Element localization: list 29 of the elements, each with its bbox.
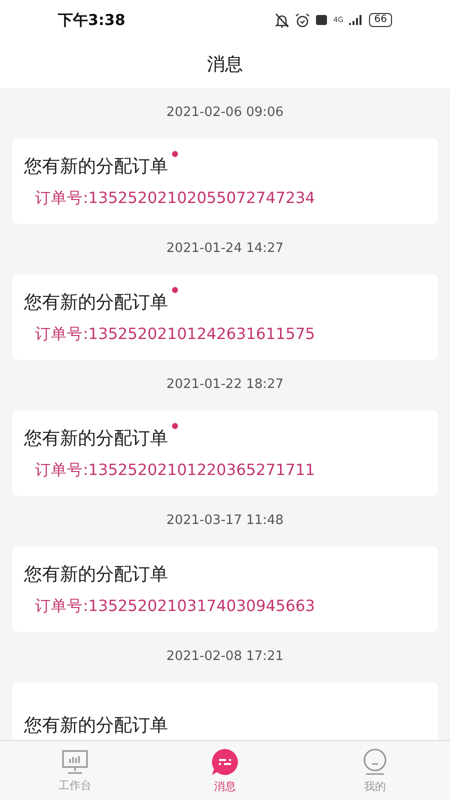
signal-icon xyxy=(349,14,364,26)
message-title: 您有新的分配订单 xyxy=(24,154,168,178)
message-card[interactable]: 您有新的分配订单 订单号:13525202103174030945663 xyxy=(12,546,438,632)
bell-off-icon xyxy=(275,12,290,28)
order-number: 订单号:13525202101220365271711 xyxy=(34,460,316,480)
message-time: 2021-03-17 11:48 xyxy=(165,512,285,530)
alarm-icon xyxy=(295,12,310,28)
message-card[interactable]: 您有新的分配订单 xyxy=(12,682,438,740)
order-number: 订单号:13525202101242631611575 xyxy=(34,324,316,344)
message-title: 您有新的分配订单 xyxy=(24,714,168,737)
battery-level: 66 xyxy=(369,13,392,27)
message-time: 2021-02-06 09:06 xyxy=(165,104,285,122)
page-title: 消息 xyxy=(207,53,243,76)
status-time: 下午3:38 xyxy=(58,10,126,30)
chat-bubble-icon xyxy=(211,748,239,776)
message-card[interactable]: 您有新的分配订单 订单号:13525202101242631611575 xyxy=(12,274,438,360)
message-card[interactable]: 您有新的分配订单 订单号:13525202102055072747234 xyxy=(12,138,438,224)
message-time: 2021-02-08 17:21 xyxy=(165,648,285,666)
order-number: 订单号:13525202103174030945663 xyxy=(34,596,316,616)
message-title: 您有新的分配订单 xyxy=(24,562,168,586)
message-title: 您有新的分配订单 xyxy=(24,290,168,314)
message-title: 您有新的分配订单 xyxy=(24,426,168,450)
order-number: 订单号:13525202102055072747234 xyxy=(34,188,316,208)
face-icon xyxy=(361,748,389,776)
monitor-chart-icon xyxy=(61,748,89,774)
message-time: 2021-01-22 18:27 xyxy=(165,376,285,394)
message-card[interactable]: 您有新的分配订单 订单号:13525202101220365271711 xyxy=(12,410,438,496)
message-time: 2021-01-24 14:27 xyxy=(165,240,285,258)
tab-bar-item[interactable]: 消息 xyxy=(150,741,300,800)
